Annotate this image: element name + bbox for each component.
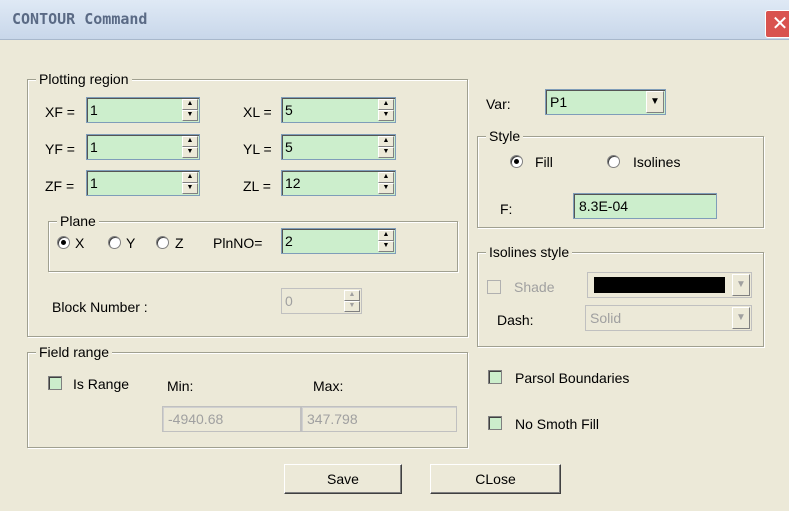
fill-radio[interactable] — [510, 155, 523, 168]
style-legend: Style — [486, 128, 524, 144]
title-bar: CONTOUR Command ✕ — [0, 0, 789, 40]
min-field: -4940.68 — [162, 406, 301, 432]
yf-spinner[interactable]: 1 ▲ ▼ — [86, 134, 200, 160]
xf-spinner[interactable]: 1 ▲ ▼ — [86, 97, 200, 123]
chevron-down-icon: ▼ — [732, 274, 750, 296]
plnno-down-button[interactable]: ▼ — [378, 241, 394, 252]
plnno-spinner[interactable]: 2 ▲ ▼ — [281, 228, 396, 254]
zl-label: ZL = — [243, 178, 271, 194]
isolines-label: Isolines — [633, 154, 681, 170]
plane-z-label: Z — [175, 235, 184, 251]
xl-up-button[interactable]: ▲ — [378, 99, 394, 110]
xf-up-button[interactable]: ▲ — [182, 99, 198, 110]
block-number-up-button: ▲ — [344, 290, 360, 301]
f-value: 8.3E-04 — [579, 198, 629, 214]
plane-legend: Plane — [57, 213, 99, 229]
zf-value: 1 — [90, 175, 98, 191]
parsol-boundaries-checkbox[interactable] — [488, 370, 502, 384]
dash-label: Dash: — [497, 312, 534, 328]
plane-x-radio[interactable] — [57, 236, 70, 249]
xl-down-button[interactable]: ▼ — [378, 110, 394, 121]
is-range-checkbox[interactable] — [48, 376, 62, 390]
plane-z-radio[interactable] — [156, 236, 169, 249]
f-field[interactable]: 8.3E-04 — [573, 193, 717, 219]
zl-value: 12 — [285, 175, 301, 191]
shade-color-select: ▼ — [587, 272, 752, 298]
max-label: Max: — [313, 378, 344, 394]
save-button[interactable]: Save — [284, 464, 402, 494]
xl-spinner[interactable]: 5 ▲ ▼ — [281, 97, 396, 123]
dash-value: Solid — [590, 310, 622, 326]
plane-y-radio[interactable] — [108, 236, 121, 249]
yf-up-button[interactable]: ▲ — [182, 136, 198, 147]
xf-down-button[interactable]: ▼ — [182, 110, 198, 121]
close-icon[interactable]: ✕ — [765, 10, 789, 38]
var-label: Var: — [486, 96, 511, 112]
chevron-down-icon[interactable]: ▼ — [646, 91, 664, 113]
var-select[interactable]: P1 ▼ — [545, 89, 666, 115]
zl-up-button[interactable]: ▲ — [378, 172, 394, 183]
max-field: 347.798 — [301, 406, 457, 432]
chevron-down-icon: ▼ — [732, 307, 750, 329]
yl-label: YL = — [243, 141, 272, 157]
zf-down-button[interactable]: ▼ — [182, 183, 198, 194]
yl-spinner[interactable]: 5 ▲ ▼ — [281, 134, 396, 160]
xf-value: 1 — [90, 102, 98, 118]
zl-spinner[interactable]: 12 ▲ ▼ — [281, 170, 396, 196]
shade-label: Shade — [514, 279, 555, 295]
zf-label: ZF = — [45, 178, 75, 194]
zf-up-button[interactable]: ▲ — [182, 172, 198, 183]
block-number-down-button: ▼ — [344, 301, 360, 312]
yl-up-button[interactable]: ▲ — [378, 136, 394, 147]
dash-select: Solid ▼ — [585, 305, 752, 331]
isolines-radio[interactable] — [607, 155, 620, 168]
plnno-up-button[interactable]: ▲ — [378, 230, 394, 241]
plnno-label: PlnNO= — [213, 235, 263, 251]
fill-label: Fill — [535, 154, 553, 170]
xf-label: XF = — [45, 104, 75, 120]
yf-label: YF = — [45, 141, 75, 157]
zl-down-button[interactable]: ▼ — [378, 183, 394, 194]
plane-x-label: X — [75, 235, 85, 251]
yl-value: 5 — [285, 139, 293, 155]
yf-down-button[interactable]: ▼ — [182, 147, 198, 158]
f-label: F: — [500, 201, 513, 217]
shade-color-swatch — [594, 277, 725, 293]
block-number-value: 0 — [285, 293, 293, 309]
field-range-group: Field range — [27, 344, 468, 448]
window-title: CONTOUR Command — [12, 10, 148, 28]
close-button[interactable]: CLose — [430, 464, 561, 494]
isolines-style-legend: Isolines style — [486, 244, 573, 260]
var-value: P1 — [550, 94, 568, 110]
plane-y-label: Y — [126, 235, 136, 251]
xl-value: 5 — [285, 102, 293, 118]
block-number-spinner: 0 ▲ ▼ — [281, 288, 362, 314]
min-label: Min: — [167, 378, 194, 394]
xl-label: XL = — [243, 104, 272, 120]
max-value: 347.798 — [307, 411, 358, 427]
shade-checkbox — [487, 280, 501, 294]
no-smoth-fill-checkbox[interactable] — [488, 416, 502, 430]
field-range-legend: Field range — [36, 344, 113, 360]
min-value: -4940.68 — [168, 411, 224, 427]
plotting-region-legend: Plotting region — [36, 71, 132, 87]
parsol-boundaries-label: Parsol Boundaries — [515, 370, 630, 386]
yf-value: 1 — [90, 139, 98, 155]
yl-down-button[interactable]: ▼ — [378, 147, 394, 158]
block-number-label: Block Number : — [52, 299, 148, 315]
isolines-style-group: Isolines style — [477, 244, 764, 347]
no-smoth-fill-label: No Smoth Fill — [515, 416, 600, 432]
plnno-value: 2 — [285, 233, 293, 249]
is-range-label: Is Range — [73, 376, 130, 392]
zf-spinner[interactable]: 1 ▲ ▼ — [86, 170, 200, 196]
